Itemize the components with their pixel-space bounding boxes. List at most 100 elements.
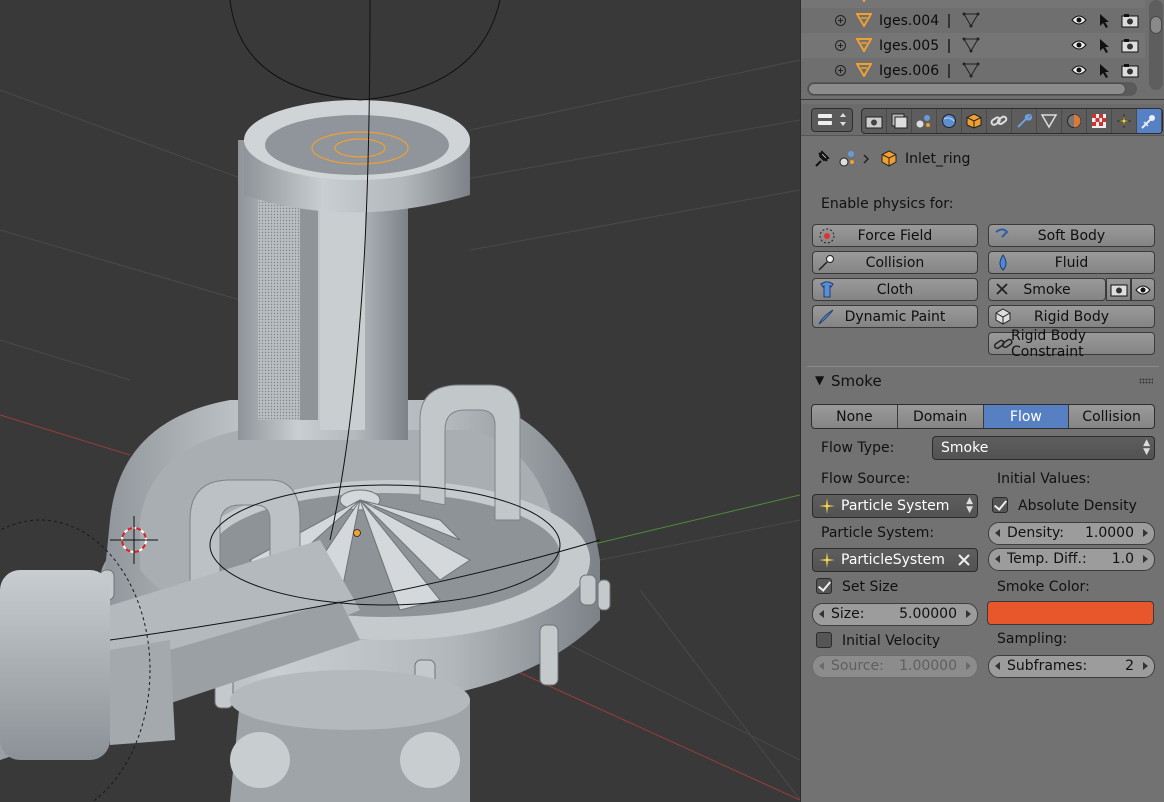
- pin-icon[interactable]: [811, 149, 833, 169]
- tab-scene[interactable]: [912, 109, 937, 133]
- fluid-button[interactable]: Fluid: [988, 251, 1155, 274]
- tab-render-layers[interactable]: [887, 109, 912, 133]
- smoke-type-none[interactable]: None: [812, 405, 898, 428]
- subframes-field[interactable]: Subframes: 2: [988, 655, 1155, 678]
- outliner-item-name[interactable]: Iges.006: [879, 63, 939, 79]
- smoke-panel-header[interactable]: ▼ Smoke: [807, 366, 1159, 394]
- source-field[interactable]: Source: 1.00000: [812, 655, 978, 678]
- collapse-triangle-icon[interactable]: ▼: [815, 373, 824, 387]
- breadcrumb-arrow-icon: [863, 154, 870, 164]
- tab-world[interactable]: [937, 109, 962, 133]
- set-size-label[interactable]: Set Size: [842, 579, 898, 595]
- smoke-panel-title: Smoke: [831, 372, 882, 390]
- tab-material[interactable]: [1062, 109, 1087, 133]
- mesh-data-icon[interactable]: [961, 11, 981, 29]
- eye-icon[interactable]: [1071, 14, 1087, 26]
- initial-velocity-label[interactable]: Initial Velocity: [842, 633, 940, 649]
- decrement-arrow-icon[interactable]: [819, 662, 824, 670]
- absolute-density-label[interactable]: Absolute Density: [1018, 498, 1137, 514]
- eye-icon[interactable]: [1071, 39, 1087, 51]
- smoke-type-flow[interactable]: Flow: [983, 405, 1070, 428]
- mesh-object-icon: [856, 38, 872, 52]
- cloth-button[interactable]: Cloth: [812, 278, 978, 301]
- increment-arrow-icon[interactable]: [966, 662, 971, 670]
- drag-grip-icon[interactable]: [1139, 378, 1153, 384]
- tab-constraints[interactable]: [987, 109, 1012, 133]
- render-camera-icon[interactable]: [1121, 63, 1139, 78]
- outliner-row-partial[interactable]: [801, 0, 1145, 8]
- outliner-row[interactable]: Iges.004: [801, 8, 1145, 33]
- smoke-button[interactable]: Smoke: [988, 278, 1106, 301]
- 3d-viewport[interactable]: [0, 0, 800, 802]
- density-field[interactable]: Density: 1.0000: [988, 522, 1155, 545]
- smoke-color-swatch[interactable]: [987, 601, 1154, 625]
- outliner-item-name[interactable]: Iges.005: [879, 38, 939, 54]
- select-arrow-icon[interactable]: [1099, 38, 1111, 54]
- tab-texture[interactable]: [1087, 109, 1112, 133]
- increment-arrow-icon[interactable]: [1143, 555, 1148, 563]
- increment-arrow-icon[interactable]: [1143, 662, 1148, 670]
- smoke-render-toggle[interactable]: [1106, 278, 1131, 301]
- decrement-arrow-icon[interactable]: [819, 610, 824, 618]
- decrement-arrow-icon[interactable]: [995, 662, 1000, 670]
- outliner[interactable]: Iges.004 Iges.005 Iges.006: [801, 0, 1164, 100]
- collision-label: Collision: [865, 254, 925, 271]
- initial-velocity-checkbox[interactable]: [816, 632, 832, 648]
- render-camera-icon[interactable]: [1121, 13, 1139, 28]
- scrollbar-thumb[interactable]: [1150, 16, 1162, 34]
- expand-icon[interactable]: [835, 15, 846, 26]
- increment-arrow-icon[interactable]: [1143, 529, 1148, 537]
- expand-icon[interactable]: [835, 65, 846, 76]
- outliner-horizontal-scrollbar[interactable]: [807, 82, 1137, 96]
- editor-type-menu[interactable]: [811, 108, 853, 132]
- decrement-arrow-icon[interactable]: [995, 555, 1000, 563]
- subframes-value: 2: [1125, 658, 1134, 674]
- set-size-checkbox[interactable]: [816, 578, 832, 594]
- render-icon: [865, 116, 883, 129]
- density-value: 1.0000: [1085, 525, 1134, 541]
- mesh-data-icon[interactable]: [961, 61, 981, 79]
- cloth-label: Cloth: [876, 281, 914, 298]
- flow-type-dropdown[interactable]: Smoke ▲ ▼: [932, 436, 1155, 460]
- expand-icon[interactable]: [835, 40, 846, 51]
- smoke-type-selector: None Domain Flow Collision: [811, 404, 1155, 429]
- select-arrow-icon[interactable]: [1099, 63, 1111, 79]
- size-label: Size:: [831, 606, 865, 622]
- particle-system-selector[interactable]: ParticleSystem: [812, 548, 978, 572]
- smoke-viewport-toggle[interactable]: [1131, 278, 1155, 301]
- object-origin: [353, 529, 361, 537]
- constraint-link-icon: [990, 115, 1008, 126]
- scrollbar-thumb[interactable]: [808, 83, 1126, 95]
- soft-body-button[interactable]: Soft Body: [988, 224, 1155, 247]
- collision-button[interactable]: Collision: [812, 251, 978, 274]
- clear-x-icon[interactable]: [957, 553, 971, 567]
- size-field[interactable]: Size: 5.00000: [812, 603, 978, 626]
- tab-data[interactable]: [1037, 109, 1062, 133]
- increment-arrow-icon[interactable]: [966, 610, 971, 618]
- rigid-body-constraint-button[interactable]: Rigid Body Constraint: [988, 328, 1155, 360]
- force-field-button[interactable]: Force Field: [812, 224, 978, 247]
- render-camera-icon[interactable]: [1121, 38, 1139, 53]
- tab-render[interactable]: [862, 109, 887, 133]
- outliner-item-name[interactable]: Iges.004: [879, 13, 939, 29]
- tab-physics[interactable]: [1137, 109, 1162, 133]
- smoke-type-domain[interactable]: Domain: [898, 405, 984, 428]
- tab-object[interactable]: [962, 109, 987, 133]
- eye-icon[interactable]: [1071, 64, 1087, 76]
- rigid-body-button[interactable]: Rigid Body: [988, 305, 1155, 328]
- select-arrow-icon[interactable]: [1099, 13, 1111, 29]
- decrement-arrow-icon[interactable]: [995, 529, 1000, 537]
- tab-modifiers[interactable]: [1012, 109, 1037, 133]
- outliner-row[interactable]: Iges.006: [801, 58, 1145, 83]
- mesh-data-icon[interactable]: [961, 36, 981, 54]
- outliner-row[interactable]: Iges.005: [801, 33, 1145, 58]
- tab-particles[interactable]: [1112, 109, 1137, 133]
- temp-diff-field[interactable]: Temp. Diff.: 1.0: [988, 548, 1155, 571]
- properties-context-tabs: [861, 108, 1163, 134]
- outliner-vertical-scrollbar[interactable]: [1149, 0, 1163, 90]
- dynamic-paint-button[interactable]: Dynamic Paint: [812, 305, 978, 328]
- flow-source-dropdown[interactable]: Particle System ▲ ▼: [812, 494, 978, 518]
- outliner-separator: [948, 39, 950, 53]
- smoke-type-collision[interactable]: Collision: [1069, 405, 1154, 428]
- absolute-density-checkbox[interactable]: [992, 497, 1008, 513]
